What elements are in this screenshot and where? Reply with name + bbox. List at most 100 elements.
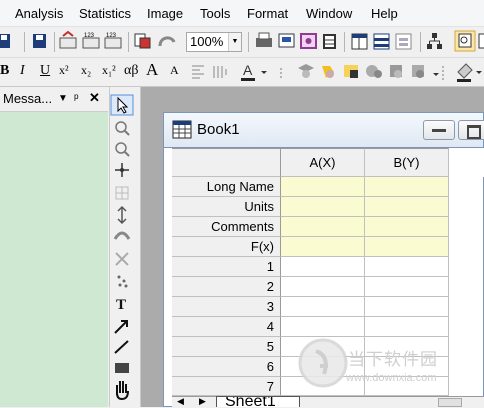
font-color-icon[interactable]: A: [241, 62, 267, 81]
save-all-icon[interactable]: [33, 34, 46, 48]
watermark-url: www.downxia.com: [346, 372, 437, 384]
cell-b-units[interactable]: [365, 197, 449, 217]
cell-b1[interactable]: [365, 257, 449, 277]
cell-b3[interactable]: [365, 297, 449, 317]
cell-a2[interactable]: [281, 277, 365, 297]
layout-page-icon[interactable]: [300, 33, 317, 49]
duplicate-icon[interactable]: [134, 33, 151, 49]
layer-settings-icon[interactable]: [412, 65, 424, 78]
minimize-button[interactable]: [423, 120, 455, 140]
new-workbook-icon[interactable]: [351, 33, 368, 50]
menu-window[interactable]: Window: [306, 6, 352, 21]
recalculate-icon[interactable]: [158, 36, 176, 47]
column-header-b[interactable]: B(Y): [365, 148, 449, 177]
new-sheet-icon[interactable]: [373, 33, 390, 50]
cell-b-fx[interactable]: [365, 237, 449, 257]
import-icon[interactable]: [59, 30, 77, 49]
zoom-out-icon[interactable]: [115, 142, 130, 157]
menu-statistics[interactable]: Statistics: [79, 6, 131, 21]
mask-icon[interactable]: [115, 252, 129, 266]
menu-help[interactable]: Help: [371, 6, 398, 21]
cell-b4[interactable]: [365, 317, 449, 337]
column-header-a[interactable]: A(X): [281, 148, 365, 177]
text-tool-icon[interactable]: T: [116, 297, 126, 313]
row-header-2[interactable]: 2: [172, 277, 281, 297]
matrix-icon[interactable]: [323, 34, 336, 49]
cell-a1[interactable]: [281, 257, 365, 277]
region-icon[interactable]: [117, 275, 128, 288]
toolbar-separator: [420, 32, 421, 52]
cell-a4[interactable]: [281, 317, 365, 337]
maximize-button[interactable]: [458, 120, 484, 140]
row-header-comments[interactable]: Comments: [172, 217, 281, 237]
align-left-icon[interactable]: [192, 65, 204, 79]
arrow-tool-icon[interactable]: [114, 320, 128, 334]
tab-sheet1[interactable]: Sheet1: [216, 396, 300, 407]
cell-b2[interactable]: [365, 277, 449, 297]
menu-tools[interactable]: Tools: [200, 6, 230, 21]
next-sheet-icon[interactable]: ▶: [199, 396, 206, 407]
row-header-5[interactable]: 5: [172, 337, 281, 357]
refresh-icon[interactable]: [278, 33, 295, 48]
data-reader-icon[interactable]: [115, 163, 129, 177]
menu-analysis[interactable]: Analysis: [15, 6, 63, 21]
toolbar-separator: [344, 32, 345, 52]
screen-reader-icon[interactable]: [115, 186, 129, 200]
zoom-select[interactable]: 100% ▼: [186, 32, 242, 52]
align-vertical-icon[interactable]: [213, 66, 227, 78]
menu-image[interactable]: Image: [147, 6, 183, 21]
layer-front-icon[interactable]: [366, 65, 382, 78]
row-header-3[interactable]: 3: [172, 297, 281, 317]
project-explorer-icon[interactable]: [427, 33, 442, 49]
hand-tool-icon[interactable]: [116, 381, 129, 401]
draw-data-icon[interactable]: [113, 231, 131, 240]
results-log-icon[interactable]: [454, 30, 476, 52]
close-icon[interactable]: ✕: [89, 90, 100, 106]
row-header-6[interactable]: 6: [172, 357, 281, 377]
corner-cell[interactable]: [172, 148, 281, 177]
data-selector-icon[interactable]: [117, 205, 127, 225]
import-ascii-icon[interactable]: 123: [82, 33, 100, 49]
row-header-fx[interactable]: F(x): [172, 237, 281, 257]
svg-text:123: 123: [106, 33, 117, 39]
prev-sheet-icon[interactable]: ◀: [177, 396, 184, 407]
rectangle-tool-icon[interactable]: [115, 363, 129, 373]
cell-a-comments[interactable]: [281, 217, 365, 237]
command-window-icon[interactable]: [478, 33, 484, 49]
row-header-1[interactable]: 1: [172, 257, 281, 277]
layer-back-icon[interactable]: [390, 65, 402, 78]
watermark-text: 当下软件园: [348, 350, 438, 369]
row-header-long-name[interactable]: Long Name: [172, 177, 281, 197]
cell-a-fx[interactable]: [281, 237, 365, 257]
empty-area: [449, 148, 484, 177]
cell-a-long-name[interactable]: [281, 177, 365, 197]
import-multiple-icon[interactable]: 123: [104, 33, 122, 49]
menu-format[interactable]: Format: [247, 6, 288, 21]
cell-a3[interactable]: [281, 297, 365, 317]
svg-text:T: T: [116, 297, 126, 313]
row-header-7[interactable]: 7: [172, 377, 281, 396]
panel-menu-icon[interactable]: ▼: [58, 93, 68, 104]
fill-color-icon[interactable]: [457, 63, 482, 82]
row-header-units[interactable]: Units: [172, 197, 281, 217]
chevron-down-icon[interactable]: ▼: [228, 33, 241, 51]
cell-b-long-name[interactable]: [365, 177, 449, 197]
line-tool-icon[interactable]: [114, 340, 129, 354]
tools-icons: T: [110, 94, 134, 401]
horizontal-scrollbar[interactable]: [438, 398, 462, 407]
group-icon[interactable]: [322, 66, 334, 78]
watermark-logo: [298, 338, 348, 388]
arrange-icon[interactable]: [298, 64, 314, 78]
cell-a-units[interactable]: [281, 197, 365, 217]
new-notes-icon[interactable]: [395, 33, 412, 50]
print-icon[interactable]: [256, 32, 272, 47]
minimize-icon: [432, 129, 446, 132]
zoom-in-icon[interactable]: [115, 121, 130, 136]
pin-icon[interactable]: ᵖ: [74, 91, 79, 105]
cell-b-comments[interactable]: [365, 217, 449, 237]
messages-panel: [0, 87, 108, 407]
row-header-4[interactable]: 4: [172, 317, 281, 337]
save-icon[interactable]: [0, 34, 10, 48]
pointer-icon[interactable]: [110, 94, 134, 116]
ungroup-icon[interactable]: [344, 65, 358, 78]
